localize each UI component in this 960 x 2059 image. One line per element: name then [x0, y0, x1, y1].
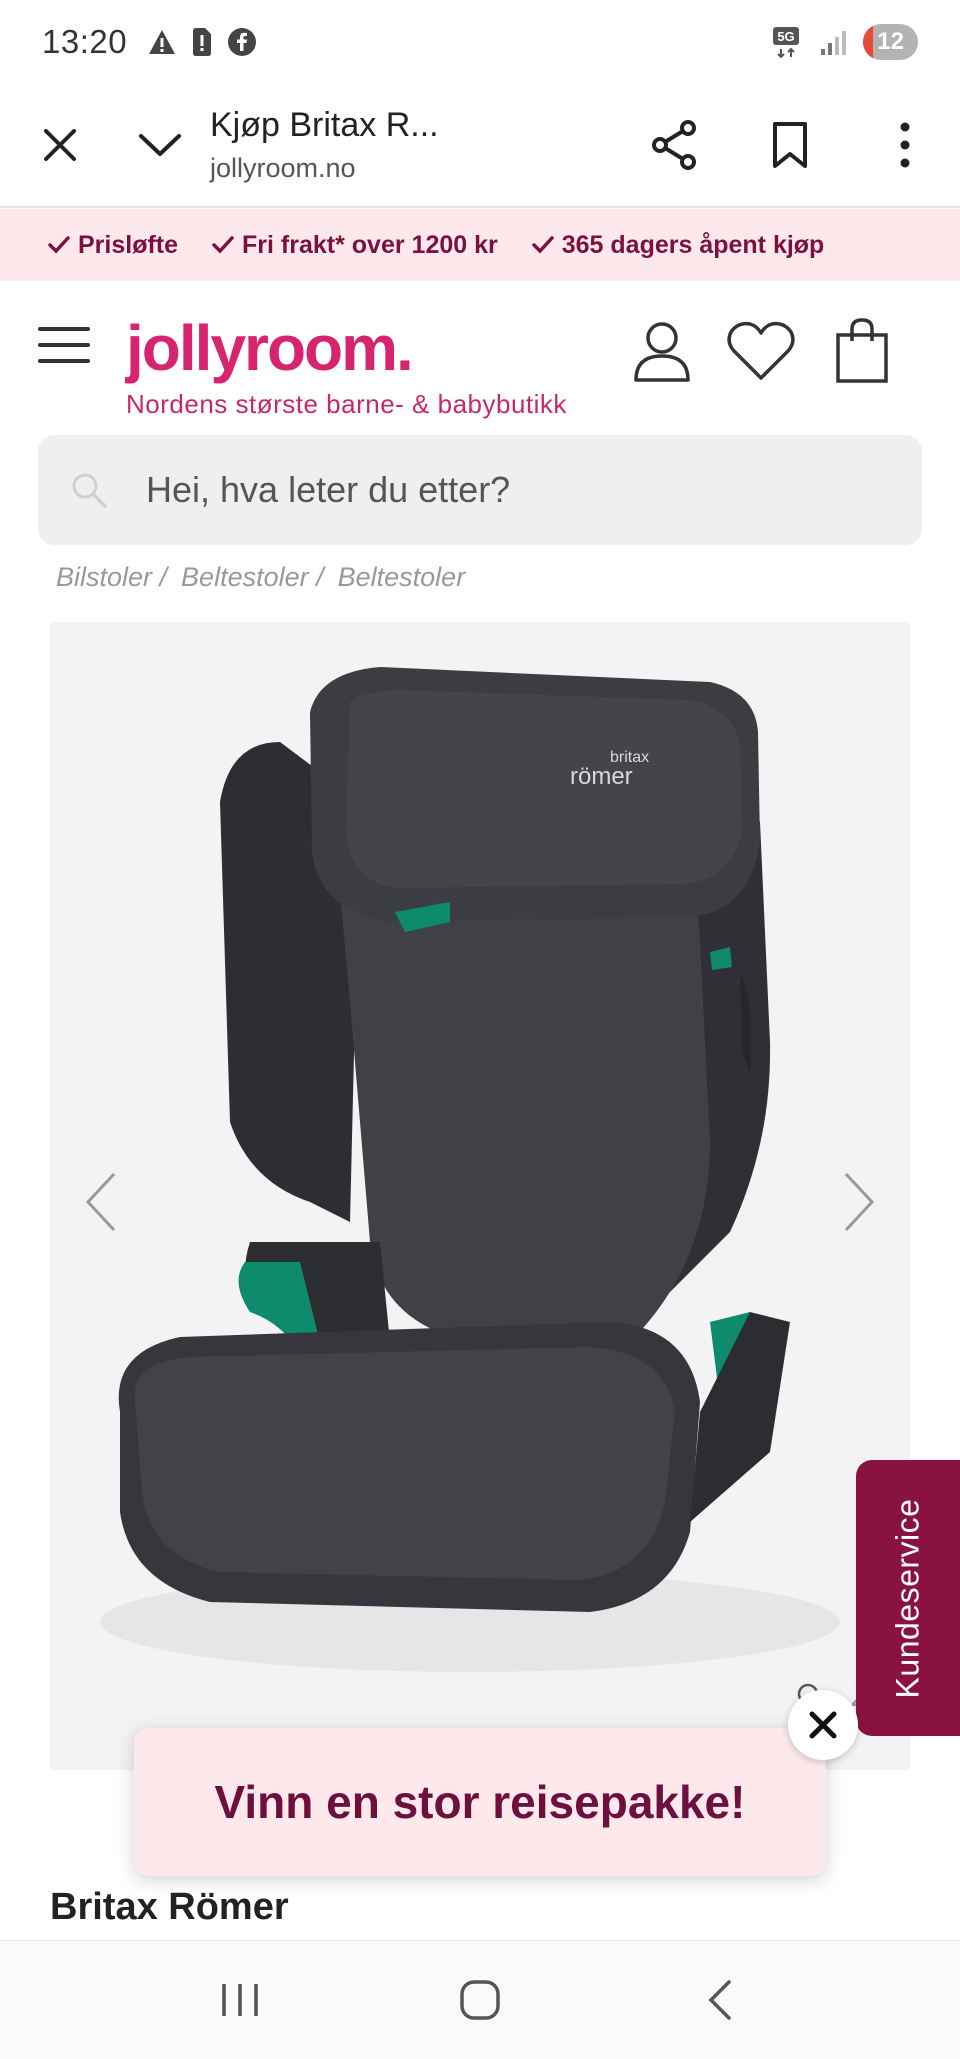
- battery-indicator: 12: [863, 24, 918, 60]
- recent-apps-button[interactable]: [195, 1960, 285, 2040]
- home-button[interactable]: [435, 1960, 525, 2040]
- breadcrumb: Bilstoler / Beltestoler / Beltestoler: [56, 562, 465, 593]
- search-bar: [38, 435, 922, 545]
- bookmark-icon: [773, 122, 807, 168]
- usp-strip: Prisløfte Fri frakt* over 1200 kr 365 da…: [0, 209, 960, 281]
- browser-toolbar: Kjøp Britax R... jollyroom.no: [0, 84, 960, 208]
- bookmark-button[interactable]: [730, 83, 850, 207]
- popup-close-button[interactable]: [788, 1690, 858, 1760]
- site-logo[interactable]: jollyroom.: [126, 311, 414, 385]
- shopping-bag-icon: [836, 318, 888, 383]
- tab-url: jollyroom.no: [210, 153, 356, 183]
- more-menu-button[interactable]: [850, 83, 960, 207]
- user-icon: [634, 322, 690, 382]
- next-image-button[interactable]: [828, 1162, 888, 1242]
- checkmark-icon: [48, 236, 70, 254]
- product-image-gallery[interactable]: britax römer Z: [50, 622, 910, 1770]
- account-button[interactable]: [630, 317, 694, 385]
- chevron-right-icon: [844, 1172, 875, 1232]
- site-tagline: Nordens største barne- & babybutikk: [126, 389, 567, 419]
- checkmark-icon: [531, 236, 554, 254]
- breadcrumb-item-beltestoler[interactable]: Beltestoler /: [181, 562, 324, 593]
- facebook-icon: [228, 28, 257, 56]
- usp-item: 365 dagers åpent kjøp: [531, 230, 825, 260]
- system-nav-bar: [0, 1940, 960, 2059]
- promo-popup-text: Vinn en stor reisepakke!: [214, 1776, 746, 1828]
- prev-image-button[interactable]: [72, 1162, 132, 1242]
- status-bar: 13:20 5G 12: [0, 0, 960, 84]
- close-tab-button[interactable]: [0, 83, 120, 207]
- seat-logo-line2: römer: [570, 763, 633, 790]
- status-notification-icons: [147, 27, 257, 57]
- usp-item: Prisløfte: [48, 231, 178, 260]
- customer-service-tab[interactable]: Kundeservice: [856, 1460, 960, 1736]
- checkmark-icon: [212, 236, 234, 254]
- status-time: 13:20: [42, 23, 128, 60]
- tab-title: Kjøp Britax R...: [210, 106, 439, 144]
- share-button[interactable]: [620, 83, 730, 207]
- network-5g-icon: 5G: [773, 27, 800, 59]
- close-icon: [809, 1711, 837, 1739]
- car-seat-image: britax römer: [100, 667, 840, 1672]
- share-icon: [652, 120, 696, 170]
- breadcrumb-item-beltestoler-current[interactable]: Beltestoler: [338, 562, 466, 593]
- usp-label: Fri frakt* over 1200 kr: [242, 230, 498, 259]
- signal-icon: [821, 31, 847, 55]
- page: 13:20 5G 12 Kjøp Britax R... jollyroom.n…: [0, 0, 960, 2059]
- recent-apps-icon: [222, 1984, 258, 2016]
- status-right: 5G 12: [771, 24, 918, 60]
- page-title-block[interactable]: Kjøp Britax R... jollyroom.no: [200, 106, 620, 184]
- usp-label: 365 dagers åpent kjøp: [561, 230, 825, 259]
- search-input[interactable]: [146, 469, 846, 511]
- home-icon: [460, 1980, 500, 2020]
- search-icon: [72, 473, 107, 508]
- site-header: jollyroom. Nordens største barne- & baby…: [0, 281, 960, 431]
- wishlist-button[interactable]: [724, 317, 798, 385]
- svg-text:5G: 5G: [778, 29, 795, 44]
- promo-popup[interactable]: Vinn en stor reisepakke!: [134, 1728, 826, 1876]
- product-brand[interactable]: Britax Römer: [50, 1886, 289, 1929]
- more-vertical-icon: [900, 122, 910, 168]
- minimize-button[interactable]: [120, 83, 200, 207]
- customer-service-label: Kundeservice: [889, 1498, 926, 1698]
- usp-item: Fri frakt* over 1200 kr: [212, 231, 498, 260]
- chevron-down-icon: [139, 134, 181, 156]
- usp-label: Prisløfte: [78, 230, 179, 259]
- sim-alert-icon: [193, 28, 212, 56]
- menu-button[interactable]: [38, 327, 90, 367]
- breadcrumb-item-bilstoler[interactable]: Bilstoler /: [56, 562, 167, 593]
- cart-button[interactable]: [830, 317, 894, 385]
- warning-icon: [149, 30, 176, 54]
- close-icon: [44, 129, 76, 161]
- chevron-left-icon: [85, 1172, 116, 1232]
- back-button[interactable]: [675, 1960, 765, 2040]
- back-icon: [708, 1980, 731, 2020]
- heart-icon: [727, 321, 795, 380]
